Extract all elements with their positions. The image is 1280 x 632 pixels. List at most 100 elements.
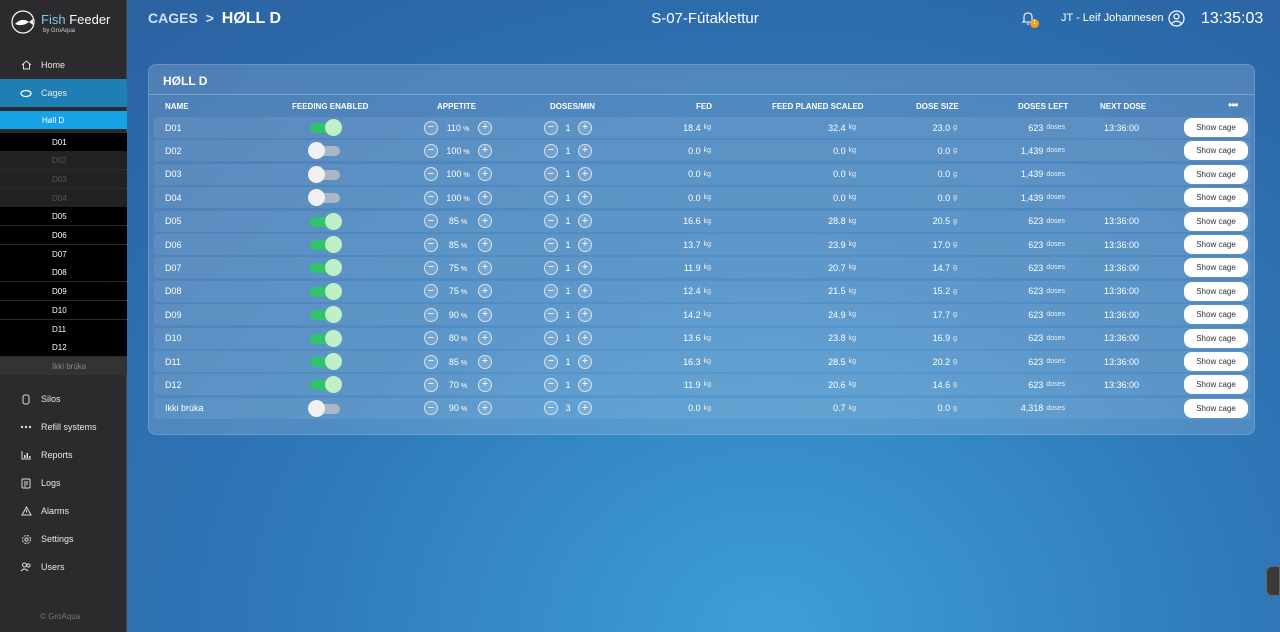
- plus-icon[interactable]: +: [478, 307, 492, 322]
- plus-icon[interactable]: +: [478, 143, 492, 158]
- minus-icon[interactable]: −: [424, 307, 438, 322]
- plus-icon[interactable]: +: [578, 167, 592, 182]
- col-header-doses-left[interactable]: DOSES LEFT: [1018, 102, 1068, 111]
- cage-item[interactable]: D06: [0, 226, 127, 244]
- show-cage-button[interactable]: Show cage: [1184, 211, 1248, 231]
- cage-group-selected[interactable]: Høll D: [0, 111, 127, 129]
- minus-icon[interactable]: −: [424, 260, 438, 275]
- show-cage-button[interactable]: Show cage: [1184, 281, 1248, 301]
- feeding-enabled-toggle[interactable]: [308, 189, 342, 207]
- col-header-feeding[interactable]: FEEDING ENABLED: [292, 102, 368, 111]
- col-header-name[interactable]: NAME: [165, 102, 189, 111]
- plus-icon[interactable]: +: [478, 331, 492, 346]
- nav-refill-systems[interactable]: Refill systems: [0, 413, 127, 441]
- show-cage-button[interactable]: Show cage: [1184, 398, 1248, 418]
- plus-icon[interactable]: +: [578, 120, 592, 135]
- more-options-icon[interactable]: •••: [1228, 98, 1239, 112]
- cage-item[interactable]: Ikki brúka: [0, 357, 127, 375]
- show-cage-button[interactable]: Show cage: [1184, 352, 1248, 371]
- show-cage-button[interactable]: Show cage: [1184, 188, 1248, 208]
- plus-icon[interactable]: +: [478, 190, 492, 205]
- col-header-doses-min[interactable]: DOSES/MIN: [550, 102, 595, 111]
- show-cage-button[interactable]: Show cage: [1184, 328, 1248, 348]
- show-cage-button[interactable]: Show cage: [1184, 375, 1248, 395]
- show-cage-button[interactable]: Show cage: [1184, 235, 1248, 254]
- plus-icon[interactable]: +: [478, 401, 492, 416]
- feeding-enabled-toggle[interactable]: [308, 165, 342, 183]
- plus-icon[interactable]: +: [478, 284, 492, 299]
- minus-icon[interactable]: −: [424, 167, 438, 182]
- minus-icon[interactable]: −: [544, 401, 558, 416]
- show-cage-button[interactable]: Show cage: [1184, 305, 1248, 325]
- plus-icon[interactable]: +: [478, 214, 492, 229]
- plus-icon[interactable]: +: [578, 377, 592, 392]
- feeding-enabled-toggle[interactable]: [308, 142, 342, 160]
- nav-settings[interactable]: Settings: [0, 525, 127, 553]
- minus-icon[interactable]: −: [544, 143, 558, 158]
- minus-icon[interactable]: −: [424, 401, 438, 416]
- show-cage-button[interactable]: Show cage: [1184, 141, 1248, 161]
- plus-icon[interactable]: +: [478, 354, 492, 369]
- feeding-enabled-toggle[interactable]: [308, 282, 342, 300]
- plus-icon[interactable]: +: [578, 354, 592, 369]
- plus-icon[interactable]: +: [478, 167, 492, 182]
- col-header-dose-size[interactable]: DOSE SIZE: [916, 102, 959, 111]
- col-header-feed-planed[interactable]: FEED PLANED SCALED: [772, 102, 864, 111]
- col-header-fed[interactable]: FED: [696, 102, 712, 111]
- plus-icon[interactable]: +: [478, 377, 492, 392]
- cage-item[interactable]: D03: [0, 170, 127, 188]
- minus-icon[interactable]: −: [424, 237, 438, 252]
- minus-icon[interactable]: −: [544, 167, 558, 182]
- minus-icon[interactable]: −: [424, 120, 438, 135]
- cage-item[interactable]: D07: [0, 245, 127, 263]
- feeding-enabled-toggle[interactable]: [308, 353, 342, 370]
- nav-alarms[interactable]: Alarms: [0, 497, 127, 525]
- nav-home[interactable]: Home: [0, 51, 127, 79]
- account-icon[interactable]: [1168, 10, 1185, 32]
- feeding-enabled-toggle[interactable]: [308, 259, 342, 277]
- notifications-button[interactable]: 1: [1021, 11, 1039, 31]
- feeding-enabled-toggle[interactable]: [308, 212, 342, 230]
- minus-icon[interactable]: −: [424, 377, 438, 392]
- show-cage-button[interactable]: Show cage: [1184, 258, 1248, 278]
- minus-icon[interactable]: −: [424, 354, 438, 369]
- minus-icon[interactable]: −: [544, 284, 558, 299]
- cage-item[interactable]: D11: [0, 320, 127, 338]
- minus-icon[interactable]: −: [544, 120, 558, 135]
- show-cage-button[interactable]: Show cage: [1184, 118, 1248, 137]
- plus-icon[interactable]: +: [578, 190, 592, 205]
- cage-item[interactable]: D05: [0, 207, 127, 225]
- plus-icon[interactable]: +: [578, 331, 592, 346]
- plus-icon[interactable]: +: [478, 120, 492, 135]
- feeding-enabled-toggle[interactable]: [308, 306, 342, 324]
- minus-icon[interactable]: −: [544, 354, 558, 369]
- feeding-enabled-toggle[interactable]: [308, 399, 342, 417]
- feeding-enabled-toggle[interactable]: [308, 119, 342, 136]
- nav-logs[interactable]: Logs: [0, 469, 127, 497]
- nav-silos[interactable]: Silos: [0, 385, 127, 413]
- minus-icon[interactable]: −: [424, 214, 438, 229]
- minus-icon[interactable]: −: [424, 284, 438, 299]
- plus-icon[interactable]: +: [578, 143, 592, 158]
- plus-icon[interactable]: +: [578, 401, 592, 416]
- nav-reports[interactable]: Reports: [0, 441, 127, 469]
- minus-icon[interactable]: −: [424, 143, 438, 158]
- minus-icon[interactable]: −: [544, 307, 558, 322]
- minus-icon[interactable]: −: [544, 331, 558, 346]
- plus-icon[interactable]: +: [478, 237, 492, 252]
- user-name[interactable]: JT - Leif Johannesen: [1061, 12, 1164, 24]
- minus-icon[interactable]: −: [544, 237, 558, 252]
- col-header-appetite[interactable]: APPETITE: [437, 102, 476, 111]
- nav-cages[interactable]: Cages: [0, 79, 127, 107]
- cage-item[interactable]: D12: [0, 338, 127, 356]
- col-header-next-dose[interactable]: NEXT DOSE: [1100, 102, 1146, 111]
- minus-icon[interactable]: −: [544, 190, 558, 205]
- cage-item[interactable]: D01: [0, 133, 127, 151]
- nav-users[interactable]: Users: [0, 553, 127, 581]
- cage-item[interactable]: D02: [0, 151, 127, 169]
- plus-icon[interactable]: +: [578, 260, 592, 275]
- plus-icon[interactable]: +: [578, 284, 592, 299]
- cage-item[interactable]: D10: [0, 301, 127, 319]
- plus-icon[interactable]: +: [578, 237, 592, 252]
- minus-icon[interactable]: −: [544, 214, 558, 229]
